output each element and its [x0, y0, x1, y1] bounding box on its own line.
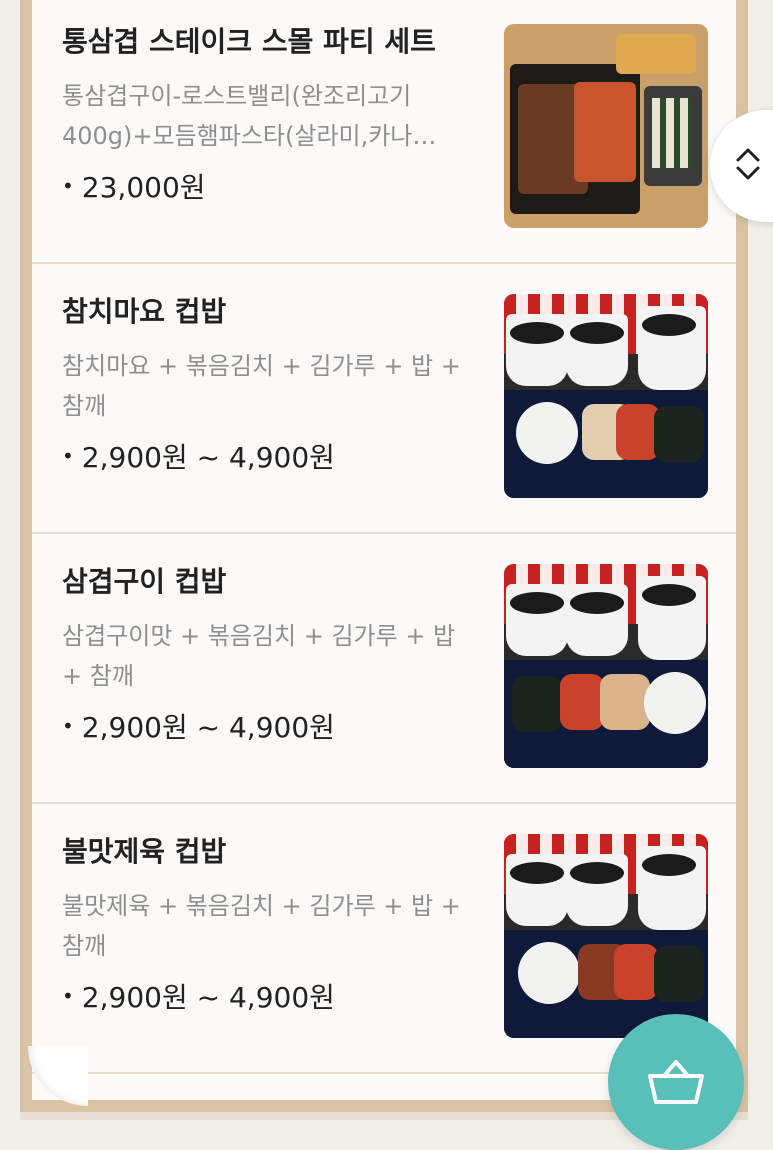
bullet-icon: •: [62, 714, 74, 738]
menu-item-price: • 2,900원 ~ 4,900원: [62, 436, 335, 476]
bullet-icon: •: [62, 444, 74, 468]
photo-cup: [638, 576, 706, 660]
photo-rice: [516, 402, 578, 464]
price-text: 2,900원 ~ 4,900원: [81, 981, 335, 1014]
photo-rice: [518, 942, 580, 1004]
menu-item-name: 불맛제육 컵밥: [62, 835, 227, 868]
menu-item-photo[interactable]: [504, 834, 708, 1038]
menu-item-name: 참치마요 컵밥: [62, 295, 227, 328]
menu-item-description: 불맛제육 + 볶음김치 + 김가루 + 밥 + 참깨: [62, 892, 461, 960]
menu-item-price: • 2,900원 ~ 4,900원: [62, 706, 335, 746]
menu-item-description: 삼겹구이맛 + 볶음김치 + 김가루 + 밥 + 참깨: [62, 622, 456, 690]
photo-seaweed: [512, 676, 562, 732]
photo-pasta: [574, 82, 636, 182]
menu-item-photo[interactable]: [504, 294, 708, 498]
menu-item[interactable]: 통삼겹 스테이크 스몰 파티 세트 통삼겹구이-로스트밸리(완조리고기400g)…: [32, 0, 736, 264]
photo-rice: [644, 672, 706, 734]
bullet-icon: •: [62, 174, 74, 198]
photo-cup: [566, 314, 628, 386]
menu-item-description: 참치마요 + 볶음김치 + 김가루 + 밥 + 참깨: [62, 352, 461, 420]
menu-item-name: 통삼겹 스테이크 스몰 파티 세트: [62, 25, 436, 58]
bullet-icon: •: [62, 984, 74, 1008]
photo-cup: [506, 584, 568, 656]
menu-item-photo[interactable]: [504, 24, 708, 228]
menu-item[interactable]: 참치마요 컵밥 참치마요 + 볶음김치 + 김가루 + 밥 + 참깨 • 2,90…: [32, 264, 736, 534]
price-text: 2,900원 ~ 4,900원: [81, 441, 335, 474]
photo-cup: [506, 854, 568, 926]
photo-kimchi: [560, 674, 604, 730]
photo-cup: [566, 854, 628, 926]
price-text: 23,000원: [81, 171, 206, 204]
chevron-up-down-icon: [734, 144, 762, 186]
photo-pork: [600, 674, 650, 730]
photo-cup: [566, 584, 628, 656]
photo-seaweed: [654, 406, 704, 462]
price-text: 2,900원 ~ 4,900원: [81, 711, 335, 744]
photo-cup: [506, 314, 568, 386]
menu-item-name: 삼겹구이 컵밥: [62, 565, 227, 598]
cart-button[interactable]: [608, 1014, 744, 1150]
photo-cup: [638, 846, 706, 930]
photo-seaweed: [654, 946, 704, 1002]
menu-item-photo[interactable]: [504, 564, 708, 768]
photo-cup: [638, 306, 706, 390]
menu-item-description: 통삼겹구이-로스트밸리(완조리고기400g)+모듬햄파스타(살라미,카나…: [62, 82, 437, 150]
photo-sushi: [644, 86, 702, 186]
photo-kimchi: [614, 944, 658, 1000]
photo-fries: [616, 34, 696, 74]
menu-item-price: • 2,900원 ~ 4,900원: [62, 976, 335, 1016]
menu-list: 통삼겹 스테이크 스몰 파티 세트 통삼겹구이-로스트밸리(완조리고기400g)…: [32, 0, 736, 1100]
shopping-basket-icon: [646, 1058, 706, 1112]
menu-item-price: • 23,000원: [62, 166, 206, 206]
menu-item[interactable]: 삼겹구이 컵밥 삼겹구이맛 + 볶음김치 + 김가루 + 밥 + 참깨 • 2,9…: [32, 534, 736, 804]
